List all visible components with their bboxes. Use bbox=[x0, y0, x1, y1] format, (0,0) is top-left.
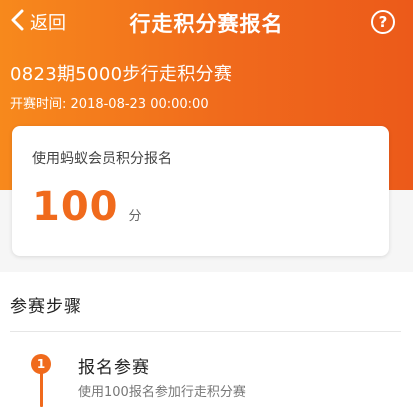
divider bbox=[10, 331, 401, 332]
event-name: 0823期5000步行走积分赛 bbox=[10, 64, 233, 85]
question-circle-icon: ? bbox=[378, 13, 388, 31]
points-card: 使用蚂蚁会员积分报名 100 分 bbox=[12, 126, 389, 256]
step-description: 使用100报名参加行走积分赛 bbox=[78, 385, 246, 400]
help-button[interactable]: ? bbox=[371, 10, 395, 34]
points-card-label: 使用蚂蚁会员积分报名 bbox=[32, 151, 172, 167]
page: 返回 行走积分赛报名 ? 0823期5000步行走积分赛 开赛时间: 2018-… bbox=[0, 0, 413, 407]
points-value: 100 bbox=[32, 184, 119, 230]
points-amount: 100 分 bbox=[32, 184, 142, 230]
step-title: 报名参赛 bbox=[78, 358, 150, 378]
page-title: 行走积分赛报名 bbox=[129, 12, 284, 36]
steps-section: 参赛步骤 1 报名参赛 使用100报名参加行走积分赛 bbox=[0, 272, 413, 407]
navbar: 返回 行走积分赛报名 ? bbox=[0, 0, 413, 44]
start-time-row: 开赛时间: 2018-08-23 00:00:00 bbox=[10, 93, 209, 112]
start-time-label: 开赛时间: bbox=[10, 97, 67, 112]
points-unit: 分 bbox=[128, 209, 142, 224]
step-number-badge: 1 bbox=[31, 354, 51, 374]
start-time-value: 2018-08-23 00:00:00 bbox=[70, 97, 209, 112]
section-title: 参赛步骤 bbox=[10, 297, 82, 317]
